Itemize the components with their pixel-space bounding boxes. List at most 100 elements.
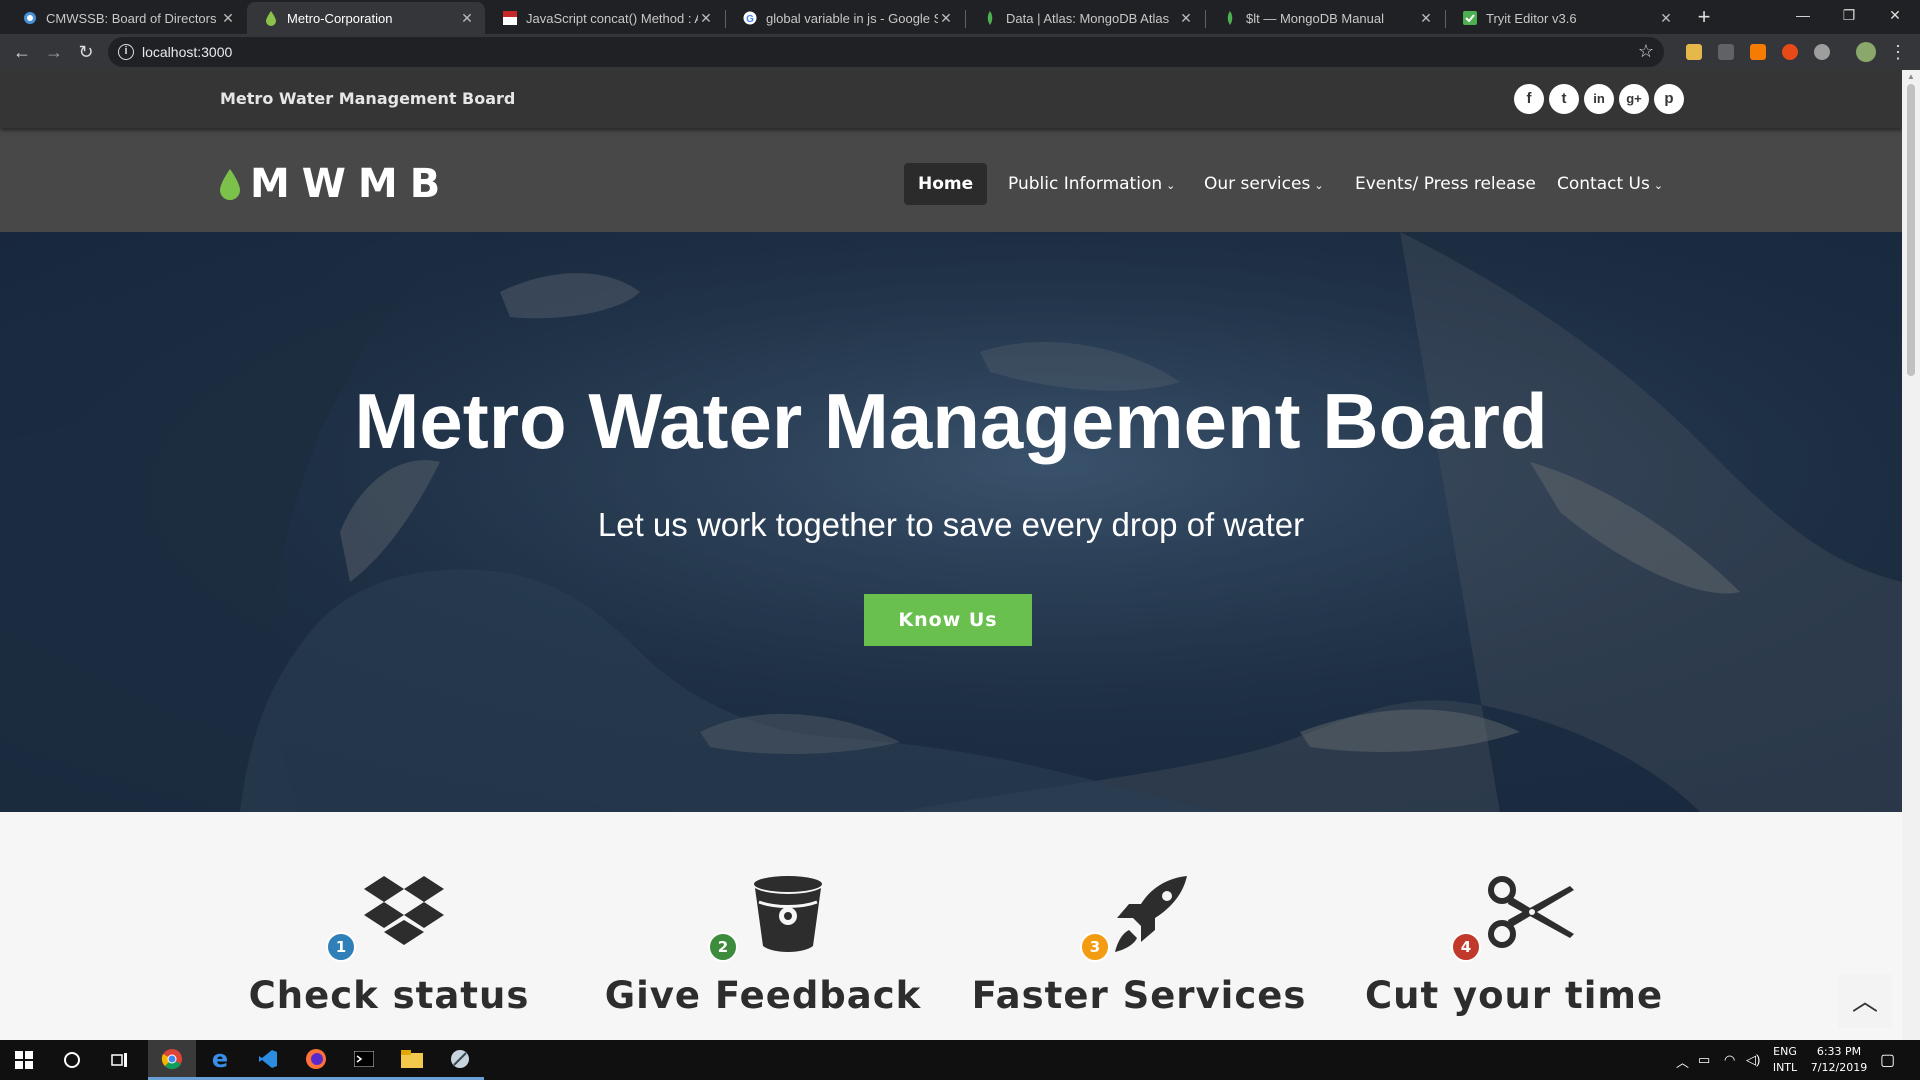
menu-icon[interactable]: ⋮ [1886, 40, 1910, 64]
extension-icon[interactable] [1782, 44, 1798, 60]
language-code: ENG [1773, 1045, 1797, 1058]
feature-title: Give Feedback [604, 974, 922, 1017]
restore-icon[interactable]: ❐ [1826, 0, 1872, 30]
back-to-top-button[interactable]: ︿ [1838, 974, 1892, 1028]
snipping-tool-icon[interactable] [436, 1040, 484, 1080]
extension-icon[interactable] [1750, 44, 1766, 60]
address-bar[interactable]: i localhost:3000 ☆ [108, 37, 1664, 67]
facebook-icon[interactable]: f [1514, 84, 1544, 114]
logo-text: MWMB [250, 161, 453, 207]
back-icon[interactable]: ← [10, 40, 34, 64]
tab-mongodb-manual[interactable]: $lt — MongoDB Manual ✕ [1206, 2, 1444, 34]
tab-title: Tryit Editor v3.6 [1486, 10, 1577, 26]
dropbox-icon [364, 876, 444, 945]
chevron-up-icon[interactable]: ︿ [1676, 1052, 1689, 1071]
edge-icon[interactable]: e [196, 1040, 244, 1080]
new-tab-icon[interactable]: + [1692, 6, 1716, 28]
nav-label: Events/ Press release [1355, 174, 1536, 194]
tab-title: global variable in js - Google Sea [766, 10, 938, 26]
close-tab-icon[interactable]: ✕ [938, 10, 954, 27]
minimize-icon[interactable]: — [1780, 0, 1826, 30]
forward-icon[interactable]: → [42, 40, 66, 64]
features-section: 1 Check status 2 Give Feedback 3 Faster [0, 812, 1902, 1040]
close-tab-icon[interactable]: ✕ [1178, 10, 1194, 27]
tab-title: Metro-Corporation [287, 10, 393, 26]
chrome-icon[interactable] [148, 1040, 196, 1080]
terminal-icon[interactable] [340, 1040, 388, 1080]
site-logo[interactable]: MWMB [218, 161, 452, 207]
topbar-title: Metro Water Management Board [220, 89, 516, 108]
notification-center-icon[interactable]: ▢ [1880, 1050, 1895, 1070]
url-text[interactable]: localhost:3000 [142, 44, 232, 60]
nav-label: Home [918, 174, 974, 194]
nav-public-information[interactable]: Public Information ⌄ [994, 163, 1189, 205]
google-icon: G [742, 10, 758, 26]
tab-tryit-editor[interactable]: Tryit Editor v3.6 ✕ [1446, 2, 1684, 34]
feature-faster-services[interactable]: 3 Faster Services [949, 812, 1329, 1040]
feature-give-feedback[interactable]: 2 Give Feedback [573, 812, 953, 1040]
vscode-icon[interactable] [244, 1040, 292, 1080]
reload-icon[interactable]: ↻ [74, 40, 98, 64]
svg-text:G: G [746, 14, 754, 25]
know-us-button[interactable]: Know Us [864, 594, 1032, 646]
windows-taskbar: e ︿ ▭ ◠ ◁) ENG INTL 6:33 PM 7/12/2019 ▢ [0, 1040, 1920, 1080]
twitter-icon[interactable]: t [1549, 84, 1579, 114]
info-icon[interactable]: i [118, 44, 134, 60]
rocket-icon [1115, 876, 1187, 952]
volume-icon[interactable]: ◁) [1746, 1052, 1760, 1068]
windows-start-icon[interactable] [0, 1040, 48, 1080]
scrollbar-thumb[interactable] [1907, 84, 1915, 376]
chevron-down-icon: ⌄ [1314, 179, 1324, 192]
mongodb-leaf-icon [982, 10, 998, 26]
wifi-icon[interactable]: ◠ [1724, 1052, 1735, 1068]
tab-google-search[interactable]: G global variable in js - Google Sea ✕ [726, 2, 964, 34]
clock[interactable]: 6:33 PM 7/12/2019 [1804, 1044, 1874, 1076]
cortana-search-icon[interactable] [48, 1040, 96, 1080]
tab-strip: CMWSSB: Board of Directors ✕ Metro-Corpo… [0, 0, 1920, 34]
extension-icon[interactable] [1718, 44, 1734, 60]
nav-home[interactable]: Home [904, 163, 988, 205]
close-tab-icon[interactable]: ✕ [1658, 10, 1674, 27]
w3schools-icon [502, 10, 518, 26]
close-tab-icon[interactable]: ✕ [698, 10, 714, 27]
nav-contact-us[interactable]: Contact Us ⌄ [1543, 163, 1677, 205]
file-explorer-icon[interactable] [388, 1040, 436, 1080]
feature-number-badge: 4 [1451, 932, 1481, 962]
chevron-down-icon: ⌄ [1653, 179, 1664, 192]
scroll-up-arrow-icon[interactable]: ▲ [1907, 72, 1915, 81]
extension-icon[interactable] [1814, 44, 1830, 60]
keyboard-layout: INTL [1772, 1061, 1798, 1074]
feature-cut-your-time[interactable]: 4 Cut your time [1324, 812, 1704, 1040]
google-plus-icon[interactable]: g+ [1619, 84, 1649, 114]
main-navbar: MWMB Home Public Information ⌄ Our servic… [0, 128, 1902, 232]
close-tab-icon[interactable]: ✕ [1418, 10, 1434, 27]
extension-icon[interactable] [1686, 44, 1702, 60]
tab-mongodb-atlas[interactable]: Data | Atlas: MongoDB Atlas ✕ [966, 2, 1204, 34]
firefox-icon[interactable] [292, 1040, 340, 1080]
nav-our-services[interactable]: Our services ⌄ [1190, 163, 1338, 205]
tab-title: CMWSSB: Board of Directors [46, 10, 217, 26]
language-indicator[interactable]: ENG INTL [1770, 1044, 1800, 1076]
tab-metro-corporation[interactable]: Metro-Corporation ✕ [247, 2, 485, 34]
tab-cmwssb[interactable]: CMWSSB: Board of Directors ✕ [6, 2, 246, 34]
nav-events-press-release[interactable]: Events/ Press release [1341, 163, 1550, 205]
mongodb-leaf-icon [1222, 10, 1238, 26]
task-view-icon[interactable] [96, 1040, 144, 1080]
tab-js-concat[interactable]: JavaScript concat() Method : Arra ✕ [486, 2, 724, 34]
close-icon[interactable]: ✕ [1872, 0, 1918, 30]
star-icon[interactable]: ☆ [1638, 41, 1654, 62]
avatar[interactable] [1856, 42, 1876, 62]
battery-icon[interactable]: ▭ [1698, 1052, 1710, 1068]
feature-title: Faster Services [971, 974, 1307, 1017]
page-scrollbar[interactable]: ▲ [1902, 70, 1920, 1040]
nav-label: Contact Us [1557, 174, 1650, 194]
clock-time: 6:33 PM [1816, 1045, 1862, 1058]
feature-check-status[interactable]: 1 Check status [199, 812, 579, 1040]
pinterest-icon[interactable]: p [1654, 84, 1684, 114]
linkedin-icon[interactable]: in [1584, 84, 1614, 114]
close-tab-icon[interactable]: ✕ [459, 10, 475, 27]
close-tab-icon[interactable]: ✕ [220, 10, 236, 27]
feature-number-badge: 3 [1080, 932, 1110, 962]
chevron-up-icon: ︿ [1851, 986, 1878, 1016]
tryit-icon [1462, 10, 1478, 26]
